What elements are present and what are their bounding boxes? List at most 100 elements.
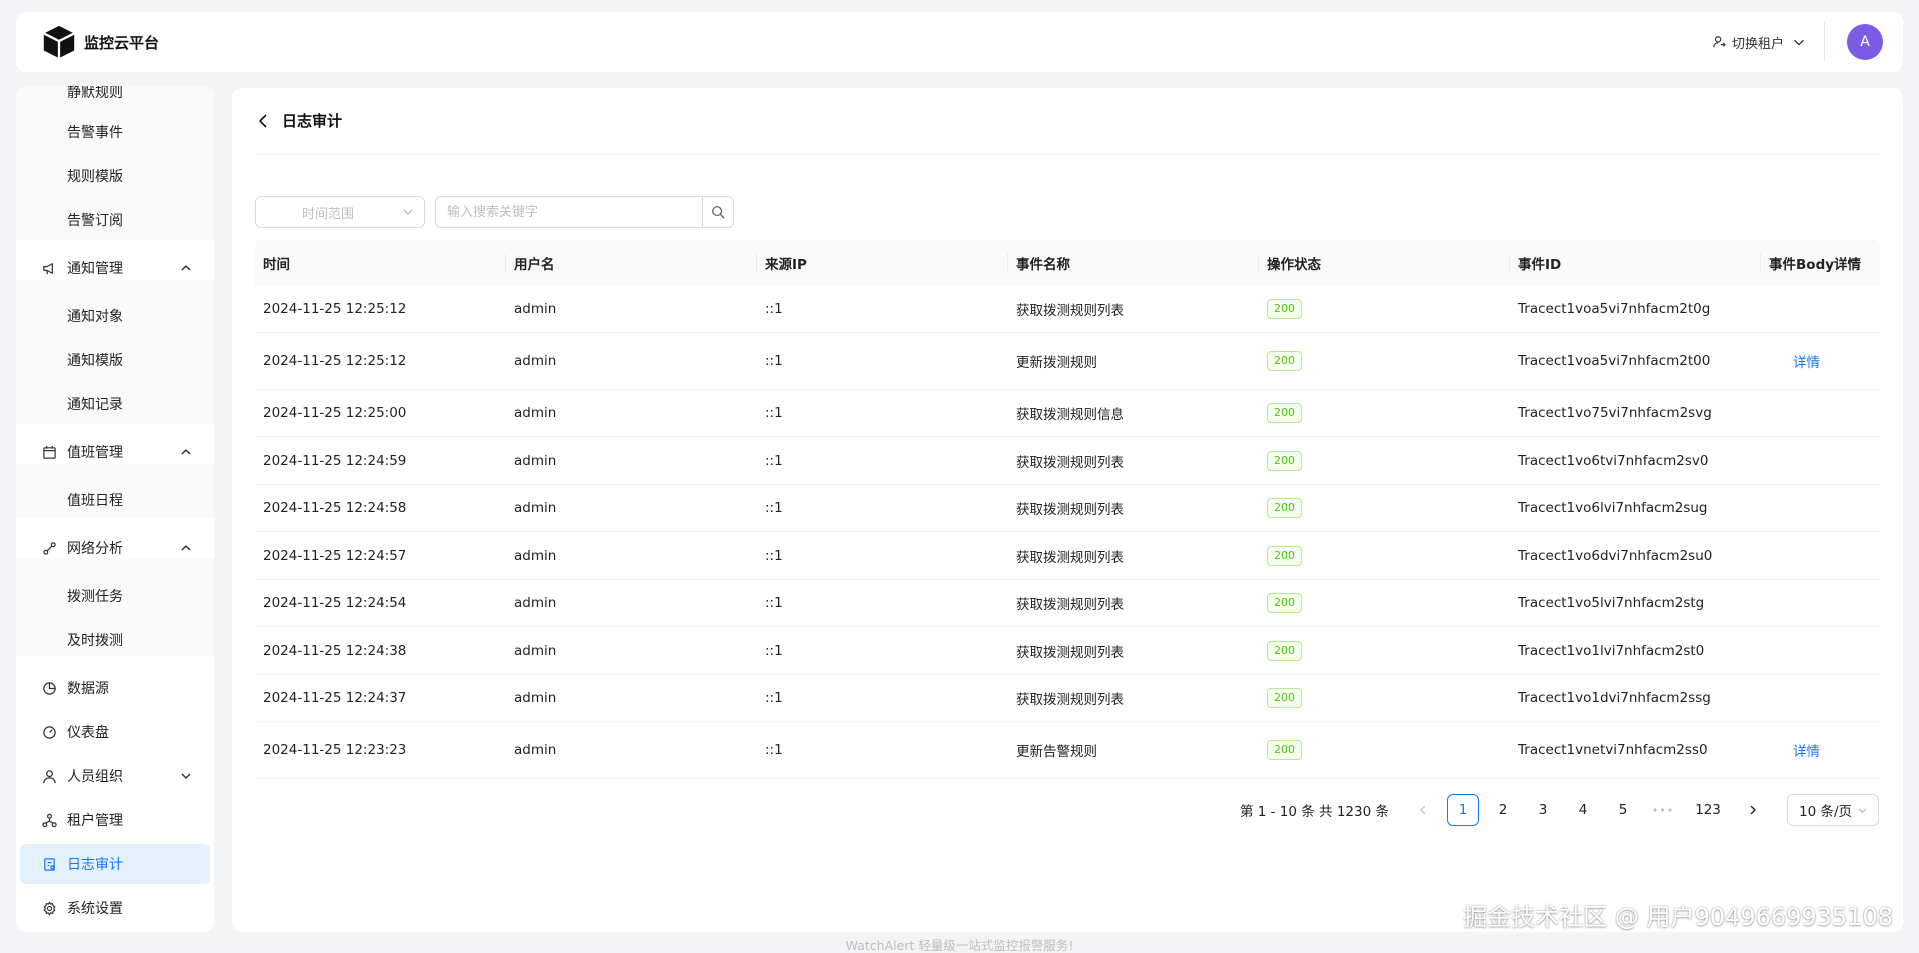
cell-time: 2024-11-25 12:23:23 <box>263 742 407 758</box>
sidebar-item-label: 值班日程 <box>67 493 123 509</box>
cell-time: 2024-11-25 12:25:00 <box>263 405 407 421</box>
sidebar-item-label: 系统设置 <box>67 901 123 917</box>
status-badge: 200 <box>1267 403 1302 423</box>
footer-text: WatchAlert 轻量级一站式监控报警服务! <box>845 938 1074 953</box>
gear-icon <box>43 900 56 916</box>
search-button[interactable] <box>702 196 734 228</box>
switch-user-icon <box>1713 36 1726 48</box>
cell-detail: 详情 <box>1761 740 1880 760</box>
status-badge: 200 <box>1267 498 1302 518</box>
table-row: 2024-11-25 12:25:12 admin ::1 更新拨测规则 200… <box>255 333 1880 390</box>
chevron-up-icon <box>181 448 191 455</box>
audit-icon <box>44 857 55 871</box>
logo[interactable]: 监控云平台 <box>40 23 159 61</box>
detail-link[interactable] <box>1769 500 1793 516</box>
sidebar-group-network[interactable]: 网络分析 <box>16 528 214 568</box>
page-button-5[interactable]: 5 <box>1607 794 1639 826</box>
table-row: 2024-11-25 12:24:38 admin ::1 获取拨测规则列表 2… <box>255 627 1880 675</box>
page-button-last[interactable]: 123 <box>1687 794 1729 826</box>
search-box <box>435 196 734 228</box>
audit-log-table: 时间 用户名 来源IP 事件名称 操作状态 事件ID 事件Body详情 2024… <box>255 240 1880 779</box>
network-icon <box>43 541 56 555</box>
page-button-2[interactable]: 2 <box>1487 794 1519 826</box>
next-page-button[interactable] <box>1737 794 1769 826</box>
sidebar-group-notification[interactable]: 通知管理 <box>16 248 214 288</box>
column-header-event: 事件名称 <box>1008 240 1259 286</box>
detail-link[interactable] <box>1769 405 1793 421</box>
detail-link[interactable]: 详情 <box>1769 355 1820 371</box>
sidebar-group-people[interactable]: 人员组织 <box>16 756 214 796</box>
column-header-event-id: 事件ID <box>1510 240 1761 286</box>
sidebar-item-instant-probe[interactable]: 及时拨测 <box>16 620 214 660</box>
detail-link[interactable] <box>1769 643 1793 659</box>
sidebar-item-label: 值班管理 <box>67 445 123 461</box>
avatar[interactable]: A <box>1847 24 1883 60</box>
table-header: 时间 用户名 来源IP 事件名称 操作状态 事件ID 事件Body详情 <box>255 240 1880 286</box>
sidebar-item-notify-records[interactable]: 通知记录 <box>16 384 214 424</box>
back-arrow-icon[interactable] <box>256 113 272 129</box>
time-range-picker[interactable]: 时间范围 <box>255 196 425 228</box>
page-button-3[interactable]: 3 <box>1527 794 1559 826</box>
cell-event: 获取拨测规则列表 <box>1016 644 1124 661</box>
table-row: 2024-11-25 12:24:37 admin ::1 获取拨测规则列表 2… <box>255 675 1880 722</box>
cell-detail <box>1761 643 1880 659</box>
sidebar-item-alert-subscription[interactable]: 告警订阅 <box>16 200 214 240</box>
cell-event-id: Tracect1vo1lvi7nhfacm2st0 <box>1518 642 1705 659</box>
page-header: 日志审计 <box>256 110 342 131</box>
status-badge: 200 <box>1267 545 1302 566</box>
sidebar-item-label: 通知管理 <box>67 261 123 277</box>
cell-status: 200 <box>1259 498 1510 518</box>
search-input[interactable] <box>435 196 702 228</box>
cell-ip: ::1 <box>765 742 783 758</box>
page-size-select[interactable]: 10 条/页 <box>1787 794 1879 826</box>
sidebar-item-rule-templates[interactable]: 规则模版 <box>16 156 214 196</box>
sidebar-item-audit-log[interactable]: 日志审计 <box>20 844 210 884</box>
sidebar-item-datasource[interactable]: 数据源 <box>16 668 214 708</box>
sidebar-item-duty-schedule[interactable]: 值班日程 <box>16 480 214 520</box>
cell-user: admin <box>514 690 557 706</box>
cell-event: 更新告警规则 <box>1016 744 1097 760</box>
prev-page-button[interactable] <box>1407 794 1439 826</box>
sidebar-item-notify-targets[interactable]: 通知对象 <box>16 296 214 336</box>
detail-link[interactable] <box>1769 548 1793 564</box>
table-row: 2024-11-25 12:23:23 admin ::1 更新告警规则 200… <box>255 722 1880 779</box>
page-button-1[interactable]: 1 <box>1447 794 1479 826</box>
status-badge: 200 <box>1267 640 1302 661</box>
page-button-4[interactable]: 4 <box>1567 794 1599 826</box>
sidebar-item-alert-events[interactable]: 告警事件 <box>16 112 214 152</box>
sidebar-group-duty[interactable]: 值班管理 <box>16 432 214 472</box>
pagination: 第 1 - 10 条 共 1230 条 1 2 3 4 5 ••• 123 10… <box>1240 794 1879 826</box>
sidebar-item-silence-rules[interactable]: 静默规则 <box>16 86 214 112</box>
column-header-detail: 事件Body详情 <box>1769 257 1862 273</box>
calendar-icon <box>43 445 56 459</box>
cell-status: 200 <box>1259 351 1510 371</box>
detail-link[interactable] <box>1769 690 1793 706</box>
tenant-switch-button[interactable]: 切换租户 <box>1712 33 1806 52</box>
cell-status: 200 <box>1259 740 1510 760</box>
cell-ip: ::1 <box>765 595 783 611</box>
cell-time: 2024-11-25 12:24:57 <box>263 547 407 564</box>
sidebar-item-label: 告警订阅 <box>67 213 123 229</box>
detail-link[interactable] <box>1769 453 1793 469</box>
page-size-value: 10 条/页 <box>1799 804 1853 820</box>
detail-link[interactable] <box>1769 301 1793 317</box>
main-panel: 日志审计 时间范围 时间 用户名 来源IP 事件名称 操作状态 事件ID 事件B… <box>232 88 1903 932</box>
app-title: 监控云平台 <box>84 33 160 52</box>
detail-link[interactable]: 详情 <box>1769 744 1820 760</box>
sidebar-item-notify-templates[interactable]: 通知模版 <box>16 340 214 380</box>
chevron-up-icon <box>181 544 191 551</box>
detail-link[interactable] <box>1769 595 1793 611</box>
sidebar-item-label: 人员组织 <box>67 769 123 785</box>
sidebar-item-tenant[interactable]: 租户管理 <box>16 800 214 840</box>
cell-status: 200 <box>1259 450 1510 471</box>
sidebar-item-label: 通知记录 <box>67 397 123 413</box>
cell-user: admin <box>514 742 557 758</box>
cell-status: 200 <box>1259 299 1510 319</box>
jump-next-ellipsis[interactable]: ••• <box>1647 794 1679 826</box>
cell-detail <box>1761 500 1880 516</box>
cell-time: 2024-11-25 12:25:12 <box>263 353 407 369</box>
sidebar-item-probe-tasks[interactable]: 拨测任务 <box>16 576 214 616</box>
sidebar-item-dashboard[interactable]: 仪表盘 <box>16 712 214 752</box>
cell-event: 获取拨测规则列表 <box>1016 502 1124 518</box>
sidebar-item-settings[interactable]: 系统设置 <box>16 888 214 928</box>
